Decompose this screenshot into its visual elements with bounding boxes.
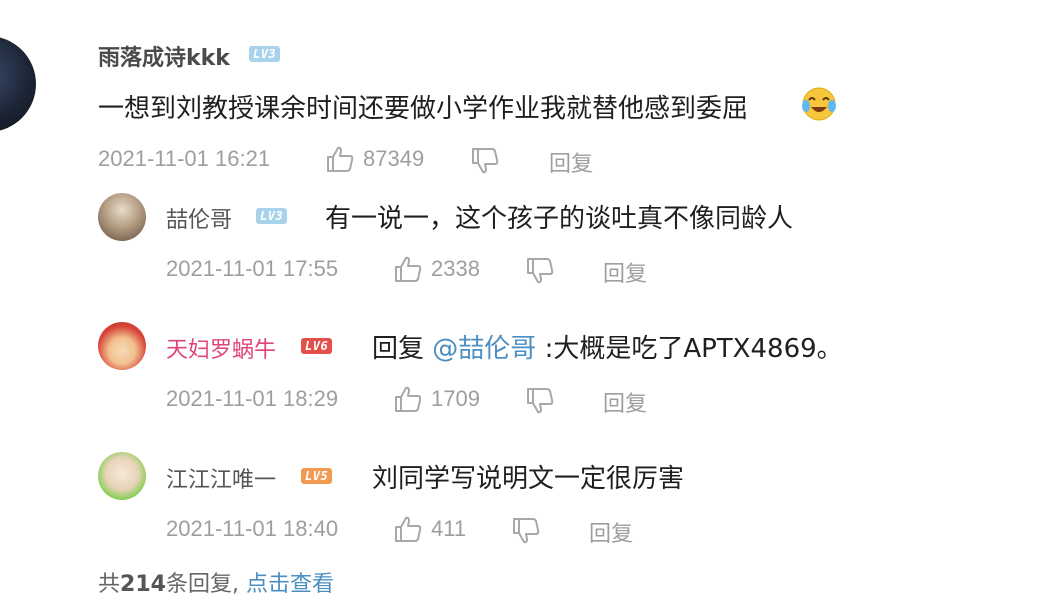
reply-text: 有一说一，这个孩子的谈吐真不像同龄人 bbox=[325, 204, 794, 234]
avatar[interactable] bbox=[98, 452, 146, 500]
level-badge: LV5 bbox=[301, 468, 333, 484]
reply-count: 214 bbox=[120, 572, 166, 597]
timestamp: 2021-11-01 17:55 bbox=[166, 256, 339, 281]
dislike-button[interactable] bbox=[525, 386, 555, 416]
view-replies-link[interactable]: 点击查看 bbox=[246, 572, 334, 597]
dislike-button[interactable] bbox=[511, 516, 541, 546]
avatar[interactable] bbox=[98, 193, 146, 241]
reply-count-footer: 共214条回复, 点击查看 bbox=[98, 566, 334, 598]
footer-prefix: 共 bbox=[98, 572, 121, 597]
avatar[interactable] bbox=[98, 322, 146, 370]
dislike-button[interactable] bbox=[470, 146, 500, 176]
reply-text: 回复 @喆伦哥 :大概是吃了APTX4869。 bbox=[372, 328, 843, 365]
thumbs-down-icon bbox=[525, 256, 555, 286]
like-count: 2338 bbox=[431, 256, 480, 281]
level-badge: LV6 bbox=[301, 338, 333, 354]
like-count: 87349 bbox=[363, 146, 425, 171]
crying-laughing-emoji bbox=[800, 86, 838, 122]
username[interactable]: 喆伦哥 bbox=[166, 202, 232, 234]
footer-suffix: 条回复, bbox=[165, 572, 239, 597]
thumbs-down-icon bbox=[525, 386, 555, 416]
timestamp: 2021-11-01 16:21 bbox=[98, 146, 271, 171]
mention-link[interactable]: @喆伦哥 bbox=[432, 334, 536, 364]
avatar[interactable] bbox=[0, 36, 36, 132]
timestamp: 2021-11-01 18:29 bbox=[166, 386, 339, 411]
reply-text: 刘同学写说明文一定很厉害 bbox=[372, 464, 685, 494]
like-count: 1709 bbox=[431, 386, 480, 411]
reply-button[interactable]: 回复 bbox=[603, 386, 647, 418]
dislike-button[interactable] bbox=[525, 256, 555, 286]
thumbs-up-icon bbox=[393, 514, 423, 544]
reply-body: :大概是吃了APTX4869。 bbox=[544, 334, 843, 364]
like-count: 411 bbox=[431, 516, 467, 541]
thumbs-down-icon bbox=[511, 516, 541, 546]
level-badge: LV3 bbox=[249, 46, 281, 62]
timestamp: 2021-11-01 18:40 bbox=[166, 516, 339, 541]
username[interactable]: 江江江唯一 bbox=[166, 462, 276, 494]
reply-button[interactable]: 回复 bbox=[589, 516, 633, 548]
username[interactable]: 雨落成诗kkk bbox=[98, 40, 230, 72]
level-badge: LV3 bbox=[256, 208, 288, 224]
thumbs-up-icon bbox=[393, 254, 423, 284]
thumbs-down-icon bbox=[470, 146, 500, 176]
comment-text: 一想到刘教授课余时间还要做小学作业我就替他感到委屈 bbox=[98, 94, 749, 124]
reply-prefix: 回复 bbox=[372, 334, 425, 364]
reply-button[interactable]: 回复 bbox=[549, 146, 593, 178]
thumbs-up-icon bbox=[325, 144, 355, 174]
username[interactable]: 天妇罗蜗牛 bbox=[166, 332, 276, 364]
reply-button[interactable]: 回复 bbox=[603, 256, 647, 288]
thumbs-up-icon bbox=[393, 384, 423, 414]
